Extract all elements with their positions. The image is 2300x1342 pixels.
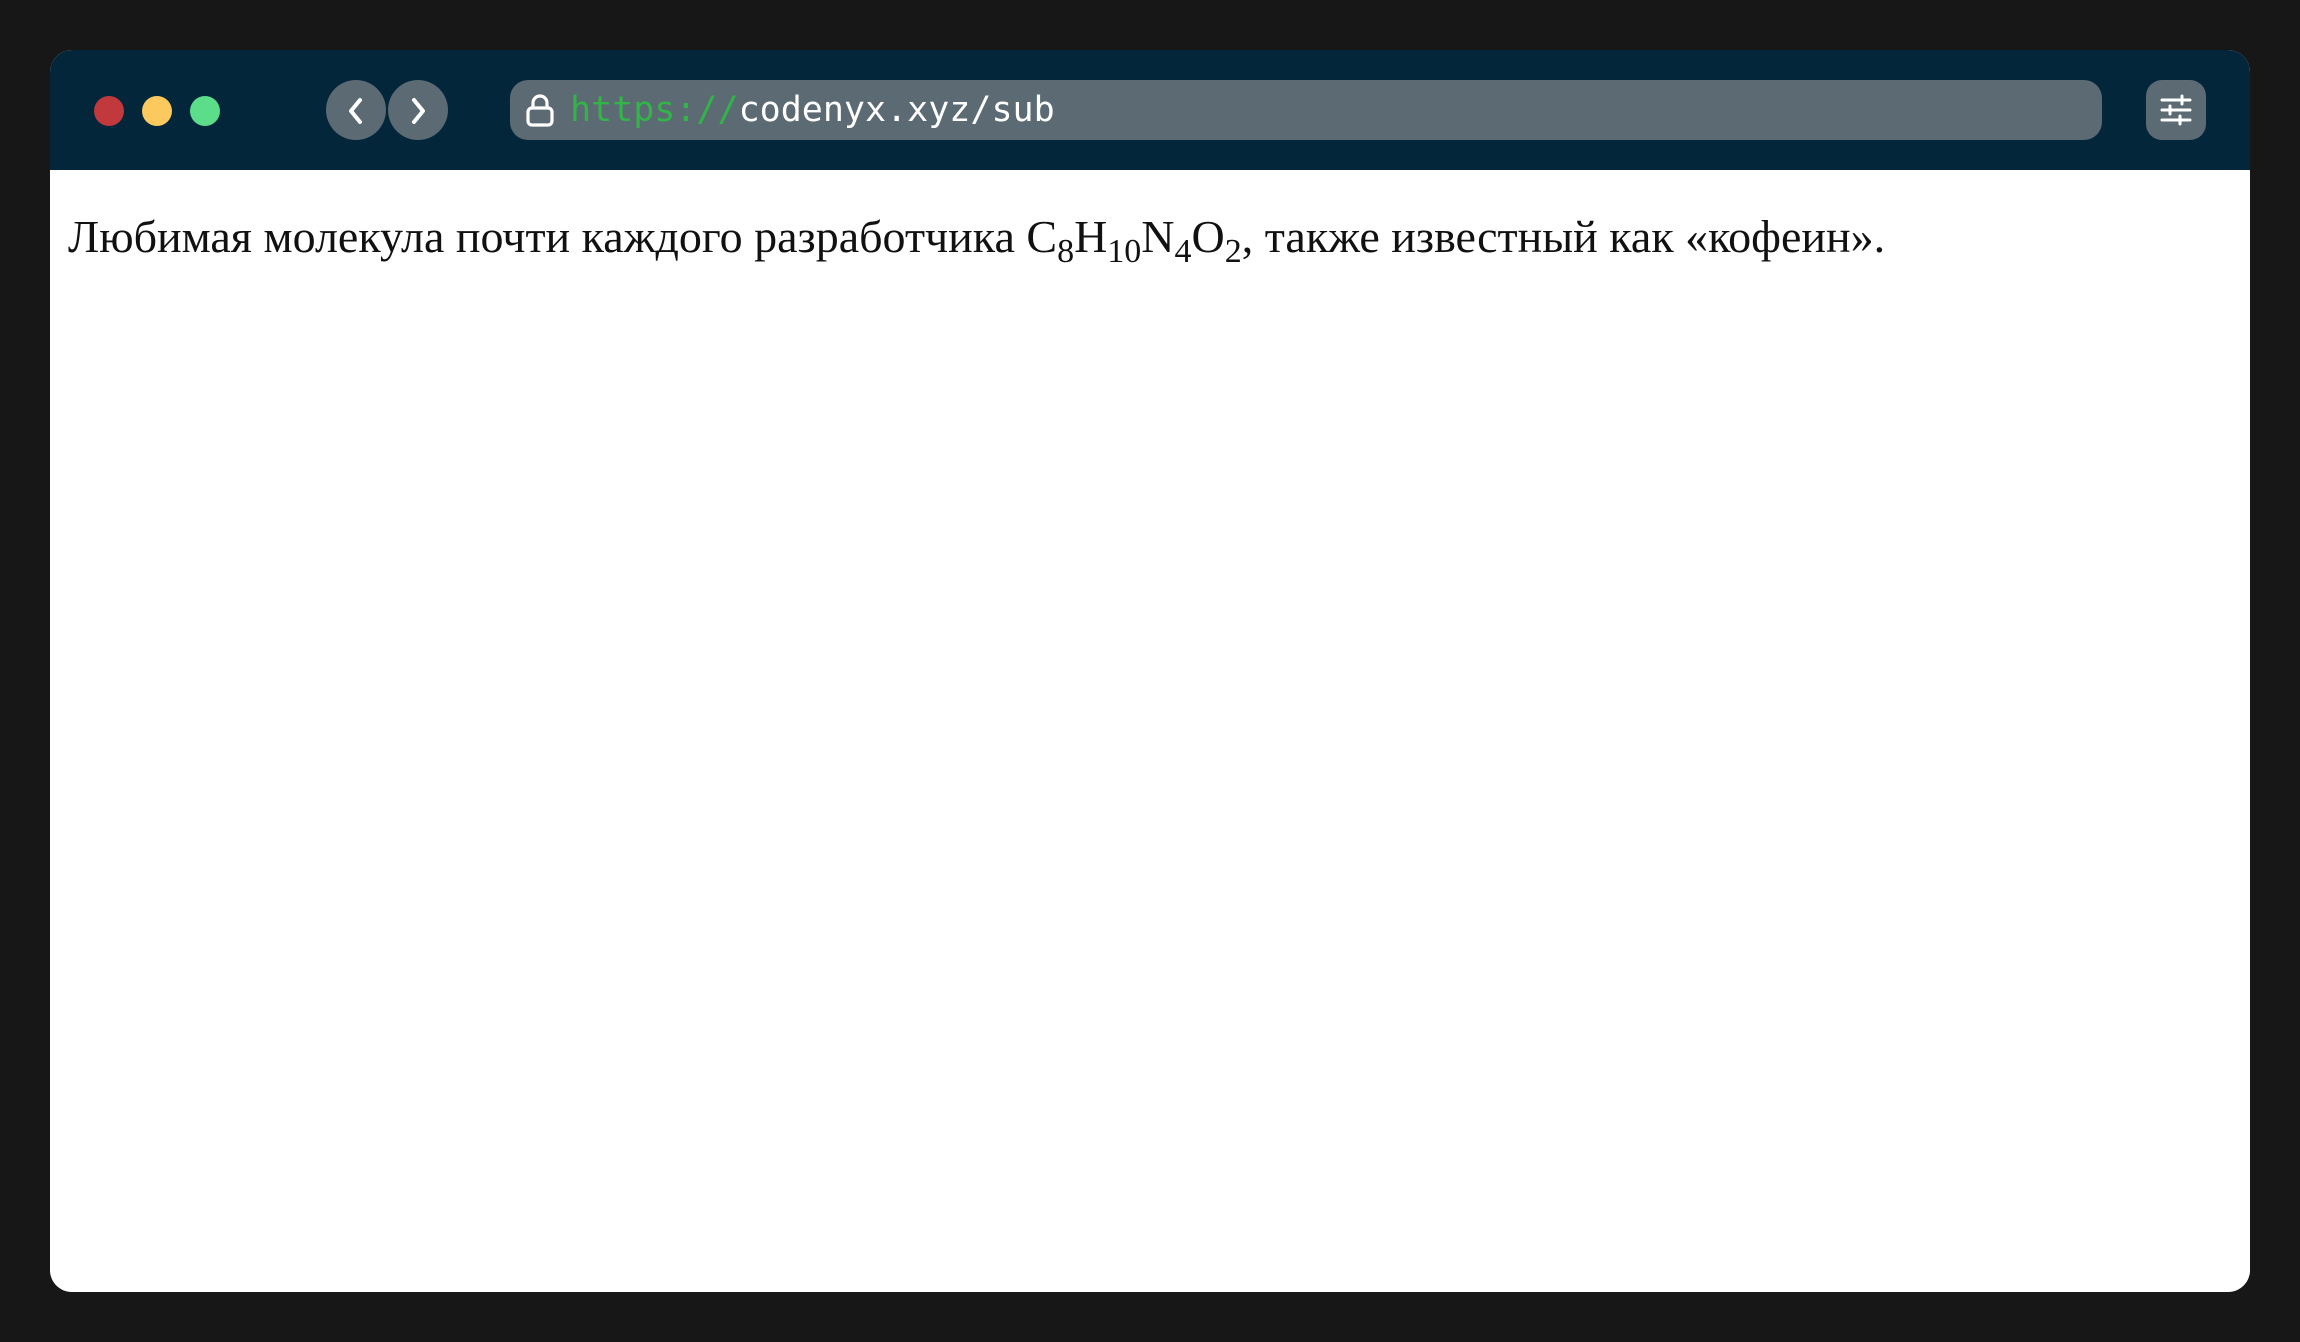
browser-toolbar: https://codenyx.xyz/sub (50, 50, 2250, 170)
minimize-window-button[interactable] (142, 96, 172, 126)
url-text[interactable]: https://codenyx.xyz/sub (570, 80, 1055, 140)
caffeine-sentence: Любимая молекула почти каждого разработч… (68, 210, 1886, 269)
formula-h: H (1074, 211, 1108, 262)
close-window-button[interactable] (94, 96, 124, 126)
lock-icon (522, 92, 558, 128)
chevron-left-icon (349, 98, 362, 124)
forward-button[interactable] (388, 80, 448, 140)
page-content: Любимая молекула почти каждого разработч… (50, 170, 2250, 1292)
url-scheme: https:// (570, 90, 739, 130)
browser-window: https://codenyx.xyz/sub Любимая молекула… (50, 50, 2250, 1292)
sliders-icon (2160, 94, 2192, 126)
chevron-right-icon (412, 98, 425, 124)
formula-o-count: 2 (1224, 233, 1242, 270)
formula-o: O (1191, 211, 1225, 262)
formula-n: N (1141, 211, 1175, 262)
sentence-end: , также известный как «кофеин». (1241, 211, 1886, 262)
back-button[interactable] (326, 80, 386, 140)
address-bar[interactable]: https://codenyx.xyz/sub (510, 80, 2102, 140)
formula-h-count: 10 (1107, 233, 1142, 270)
maximize-window-button[interactable] (190, 96, 220, 126)
settings-button[interactable] (2146, 80, 2206, 140)
formula-c-count: 8 (1057, 233, 1075, 270)
sentence-start: Любимая молекула почти каждого разработч… (68, 211, 1027, 262)
formula-n-count: 4 (1174, 233, 1192, 270)
formula-c: C (1026, 211, 1058, 262)
url-host-path: codenyx.xyz/sub (738, 90, 1055, 130)
